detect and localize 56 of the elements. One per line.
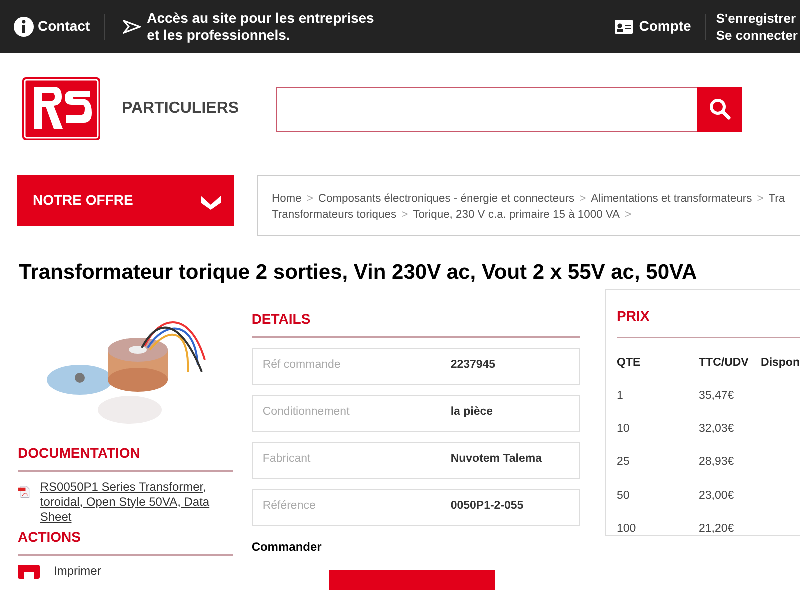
order-button[interactable] bbox=[328, 570, 495, 590]
section-heading: PRIX bbox=[617, 306, 800, 338]
quantity-cell-text: 100 bbox=[617, 522, 638, 537]
price-cell-text: 32,03€ bbox=[699, 422, 734, 437]
section-heading: ACTIONS bbox=[18, 526, 233, 556]
search-field[interactable] bbox=[276, 86, 742, 132]
login-link[interactable]: Se connecter bbox=[716, 26, 798, 44]
arrow-icon bbox=[123, 20, 142, 34]
datasheet-link[interactable]: RS0050P1 Series Transformer, toroidal, Open Style 50VA, Data Sheet bbox=[40, 480, 233, 524]
breadcrumb-link[interactable]: Alimentations et transformateurs bbox=[591, 191, 752, 207]
breadcrumb-separator: > bbox=[402, 208, 408, 223]
price-cell-text: 28,93€ bbox=[699, 455, 734, 470]
id-card-icon bbox=[615, 20, 634, 34]
account-link[interactable]: Compte bbox=[615, 14, 706, 40]
segment-label: PARTICULIERS bbox=[122, 99, 240, 119]
breadcrumb-separator: > bbox=[580, 192, 586, 207]
breadcrumb-link[interactable]: Composants électroniques - énergie et connecteurs bbox=[318, 191, 575, 207]
section-heading: DETAILS bbox=[252, 308, 580, 338]
pro-access-link[interactable]: Accès au site pour les entreprises et les professionnels. bbox=[105, 10, 374, 44]
logo[interactable] bbox=[22, 77, 101, 141]
detail-value: 0050P1-2-055 bbox=[450, 499, 524, 514]
breadcrumb-separator: > bbox=[306, 192, 314, 207]
register-link[interactable]: S'enregistrer bbox=[716, 10, 798, 26]
quantity-cell-text: 50 bbox=[617, 488, 631, 504]
breadcrumb-separator: > bbox=[625, 208, 632, 223]
breadcrumb-link[interactable]: Home bbox=[272, 191, 302, 207]
breadcrumb-link[interactable]: Tra bbox=[768, 191, 786, 207]
breadcrumb-link[interactable]: Torique, 230 V c.a. primaire 15 à 1000 VA bbox=[413, 207, 620, 223]
column-header: TTC/UDV bbox=[699, 356, 750, 370]
breadcrumb-link[interactable]: Transformateurs toriques bbox=[272, 207, 397, 223]
quantity-cell-text: 1 bbox=[617, 388, 624, 404]
quantity-cell-text: 10 bbox=[617, 422, 631, 437]
detail-value: 2237945 bbox=[450, 358, 496, 374]
search-icon bbox=[708, 97, 732, 121]
detail-value: la pièce bbox=[450, 405, 494, 420]
info-icon bbox=[14, 16, 34, 36]
price-cell-text: 21,20€ bbox=[699, 522, 734, 537]
detail-label: Référence bbox=[262, 499, 317, 514]
offer-menu-button[interactable]: NOTRE OFFRE bbox=[17, 175, 234, 226]
breadcrumb-separator: > bbox=[757, 192, 764, 207]
detail-label: Réf commande bbox=[262, 358, 342, 374]
column-header: QTE bbox=[617, 356, 642, 370]
price-cell-text: 35,47€ bbox=[699, 388, 734, 404]
order-label: Commander bbox=[252, 538, 323, 556]
search-button[interactable] bbox=[697, 86, 742, 132]
print-link[interactable]: Imprimer bbox=[18, 562, 233, 580]
contact-link[interactable]: Contact bbox=[0, 14, 106, 40]
detail-label: Conditionnement bbox=[262, 405, 351, 420]
column-header: Dispon bbox=[761, 356, 800, 370]
detail-value: Nuvotem Talema bbox=[450, 452, 542, 468]
price-cell-text: 23,00€ bbox=[699, 488, 734, 504]
quantity-cell-text: 25 bbox=[617, 455, 631, 470]
printer-icon bbox=[18, 562, 40, 578]
product-title: Transformateur torique 2 sorties, Vin 230V ac, Vout 2 x 55V ac, 50VA bbox=[18, 260, 698, 286]
detail-label: Fabricant bbox=[262, 452, 312, 468]
section-heading: DOCUMENTATION bbox=[18, 442, 233, 472]
